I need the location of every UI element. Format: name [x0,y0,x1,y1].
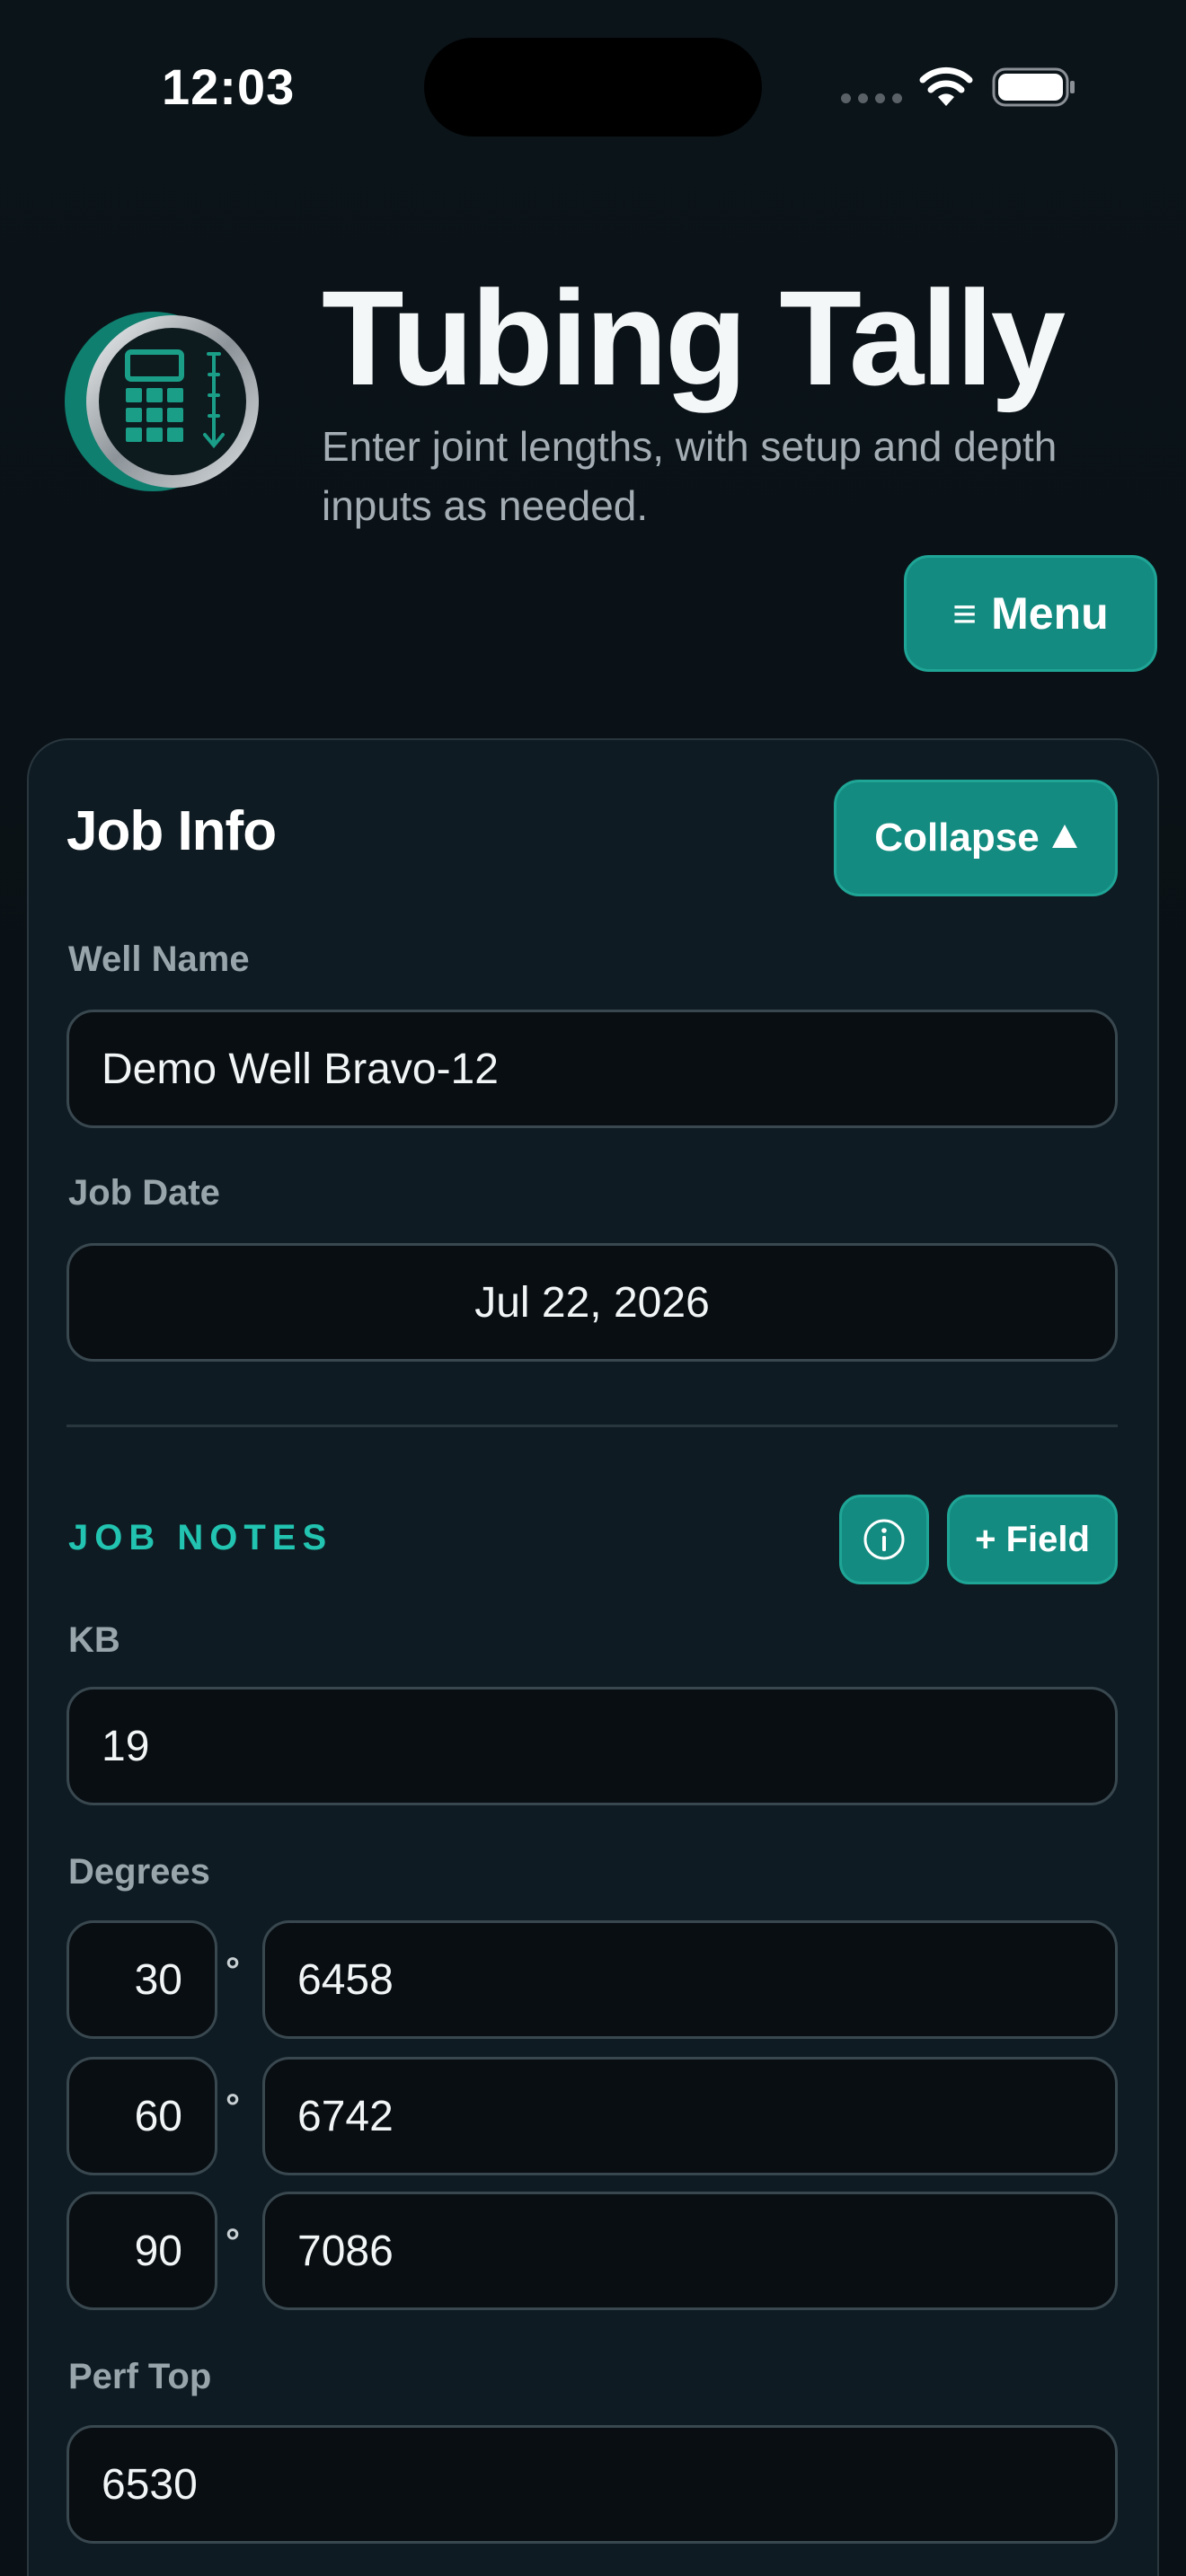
well-name-input[interactable] [66,1010,1118,1128]
kb-label: KB [68,1620,120,1660]
job-notes-heading: JOB NOTES [68,1518,333,1557]
cellular-signal-icon [841,93,904,104]
add-field-button[interactable]: + Field [947,1495,1118,1584]
degrees-label: Degrees [68,1852,210,1892]
perf-top-input[interactable] [66,2425,1118,2544]
menu-button-label: Menu [991,588,1109,639]
perf-top-label: Perf Top [68,2357,212,2396]
info-button[interactable] [839,1495,929,1584]
degree-depth-input[interactable] [262,1920,1118,2039]
kb-input[interactable] [66,1687,1118,1805]
hamburger-icon: ≡ [952,590,978,637]
degree-symbol: ° [226,1951,240,1990]
app-screen: 12:03 Tubing Tally Enter joint lengths, … [0,0,1186,2576]
well-name-label: Well Name [68,940,250,979]
collapse-button-label: Collapse [874,816,1040,860]
status-bar: 12:03 [0,0,1186,180]
battery-icon [992,67,1075,107]
degree-angle-input[interactable] [66,1920,217,2039]
job-date-label: Job Date [68,1173,220,1213]
degree-depth-input[interactable] [262,2192,1118,2310]
app-logo-icon [65,312,259,491]
dynamic-island [424,38,762,137]
degree-angle-input[interactable] [66,2192,217,2310]
status-time: 12:03 [162,58,296,115]
degree-depth-input[interactable] [262,2057,1118,2175]
app-subtitle: Enter joint lengths, with setup and dept… [322,423,1058,529]
info-icon [863,1519,905,1560]
app-title: Tubing Tally [322,262,1066,413]
section-divider [66,1425,1118,1427]
degree-symbol: ° [226,2087,240,2127]
degree-symbol: ° [226,2222,240,2262]
degree-angle-input[interactable] [66,2057,217,2175]
caret-up-icon [1051,825,1077,848]
job-date-input[interactable] [66,1243,1118,1362]
menu-button[interactable]: ≡ Menu [904,555,1157,672]
collapse-button[interactable]: Collapse [834,780,1118,896]
job-info-title: Job Info [66,800,277,862]
wifi-icon [919,66,973,106]
